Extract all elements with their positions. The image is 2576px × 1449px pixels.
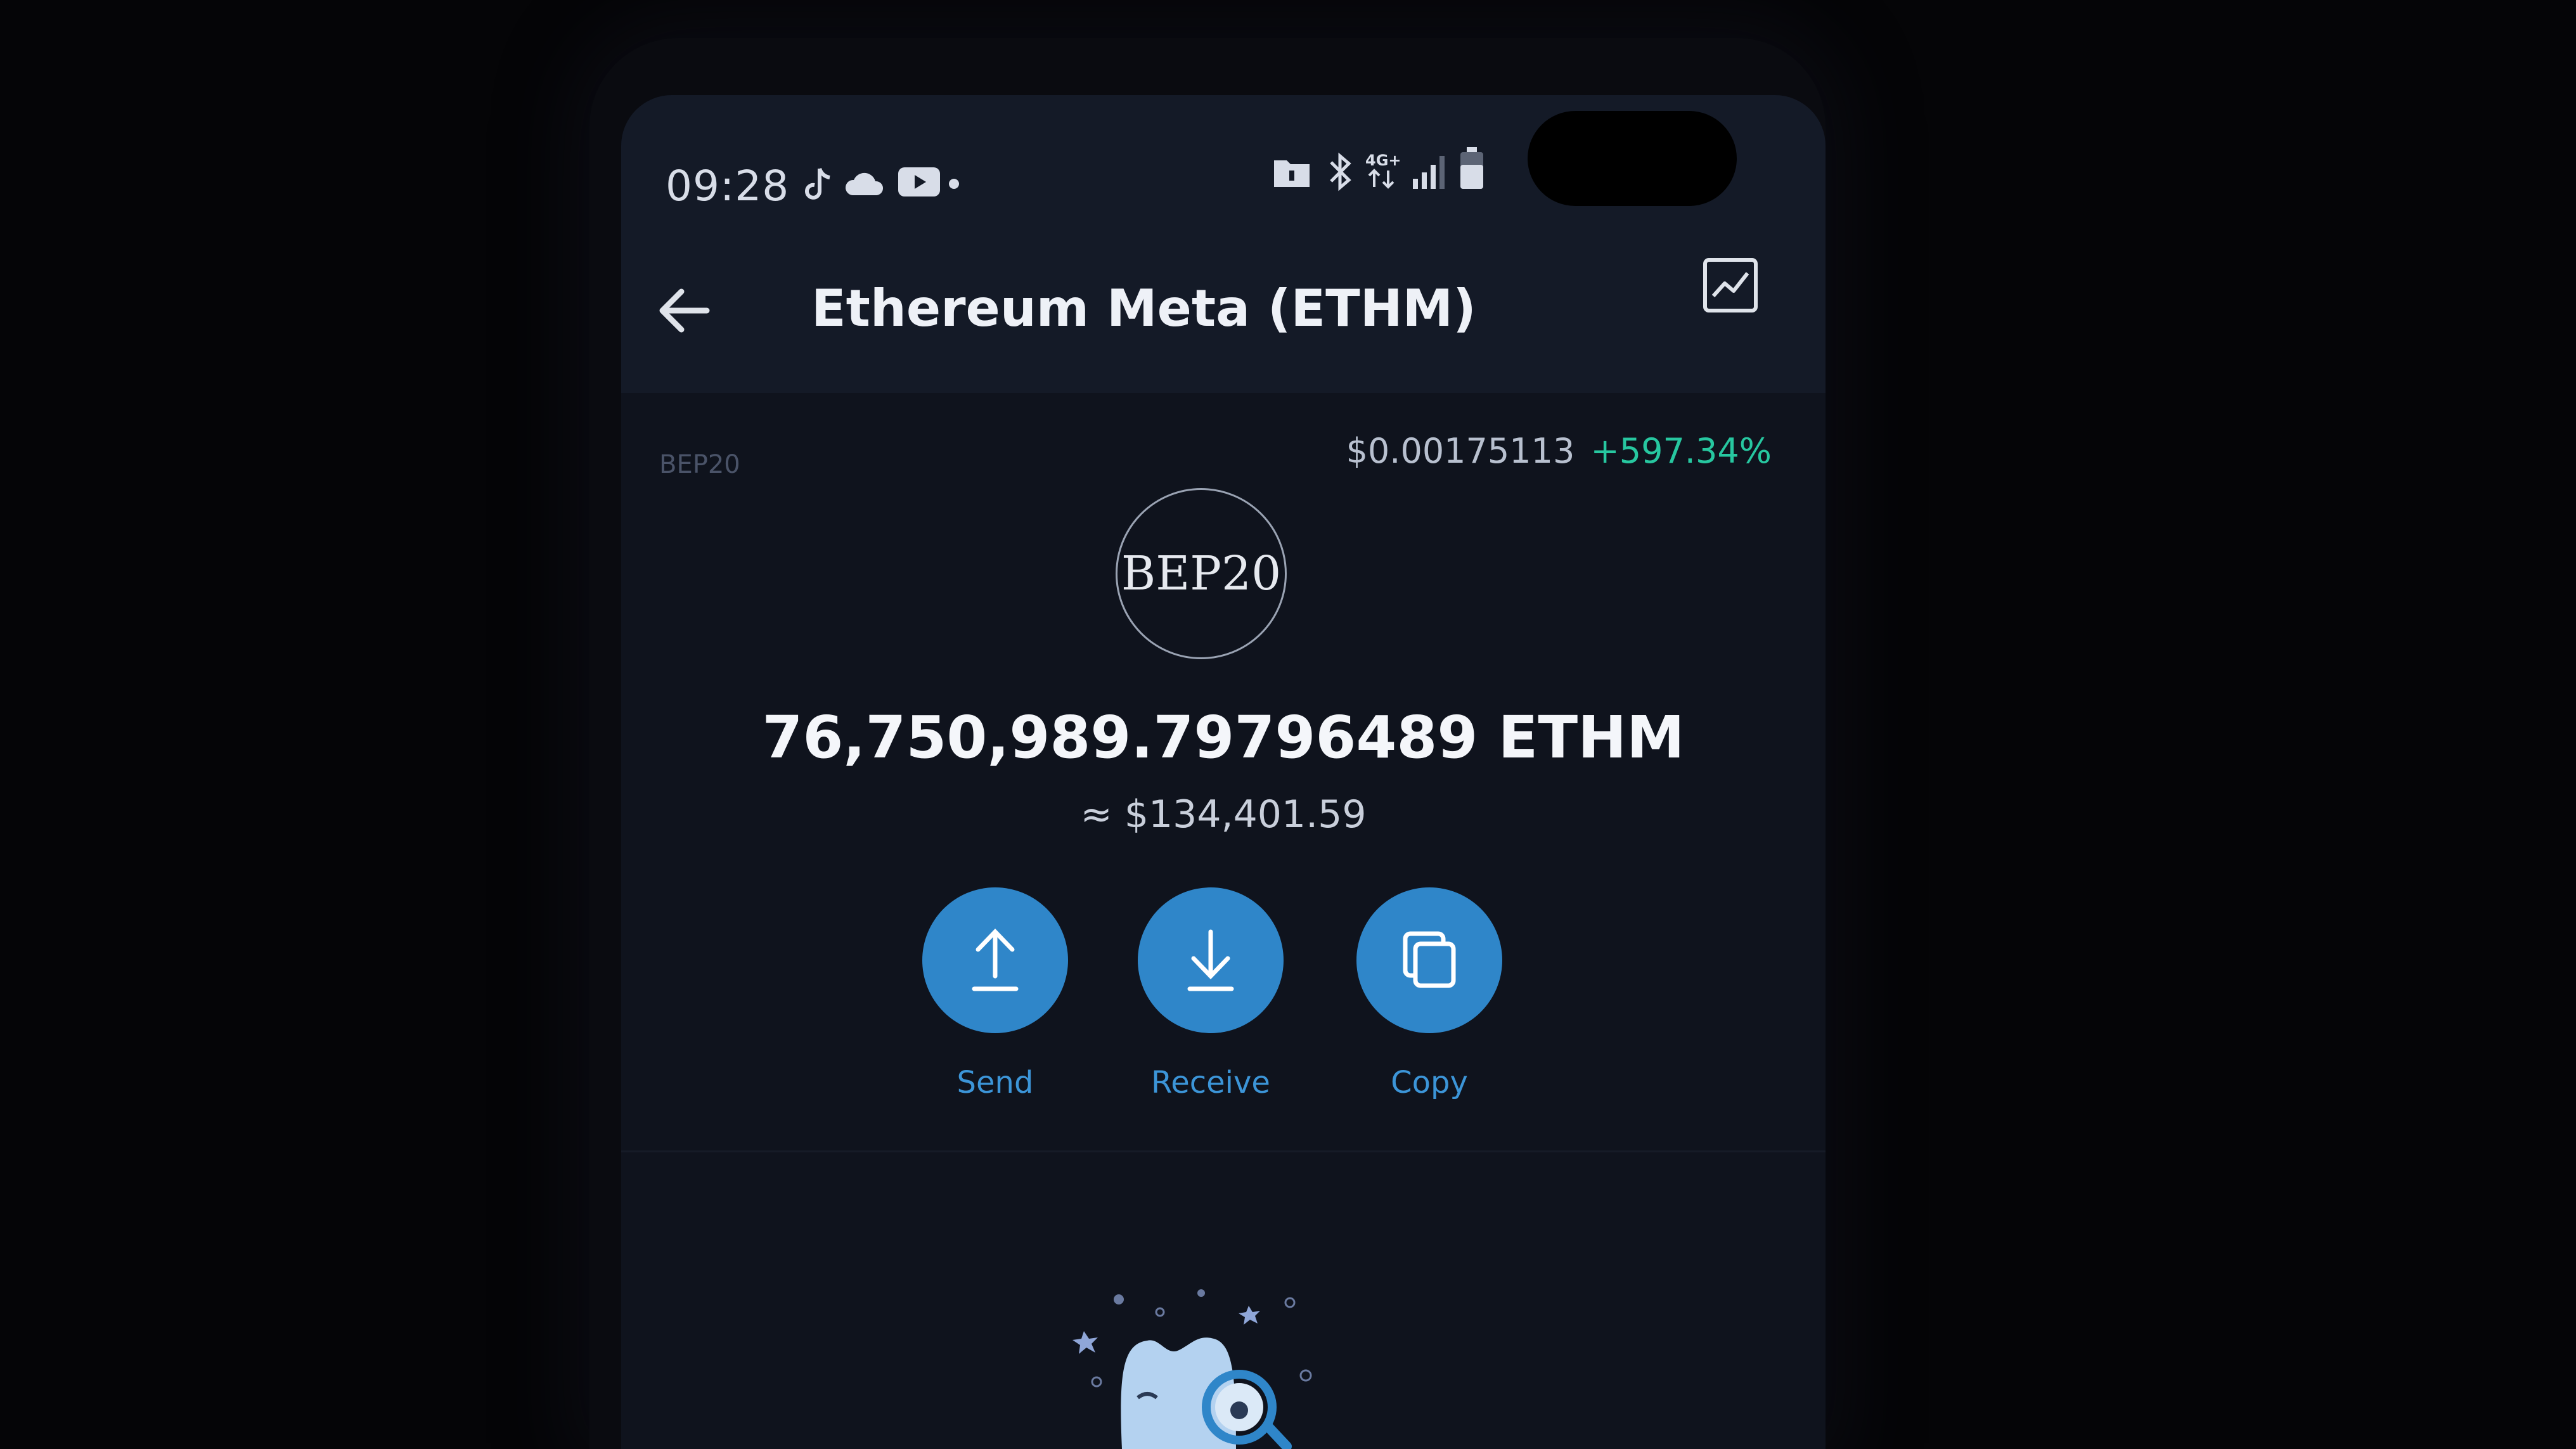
dot-icon <box>948 177 960 193</box>
arrow-up-icon <box>972 928 1019 991</box>
front-camera-cutout <box>1528 111 1737 206</box>
network-tag: BEP20 <box>659 450 740 479</box>
chart-line-icon <box>1703 258 1758 312</box>
price-chart-button[interactable] <box>1692 247 1768 323</box>
tiktok-icon <box>802 166 834 207</box>
svg-text:4G+: 4G+ <box>1365 151 1401 169</box>
receive-label: Receive <box>1151 1065 1270 1100</box>
price-row: $0.00175113 +597.34% <box>1346 431 1772 471</box>
copy-icon <box>1403 931 1456 988</box>
receive-button[interactable] <box>1138 887 1284 1033</box>
send-button[interactable] <box>922 887 1068 1033</box>
arrow-left-icon <box>659 288 710 333</box>
token-logo: BEP20 <box>1116 488 1287 659</box>
token-price: $0.00175113 <box>1346 431 1575 471</box>
copy-button[interactable] <box>1356 887 1502 1033</box>
bluetooth-icon <box>1325 152 1356 194</box>
fiat-balance: ≈ $134,401.59 <box>1080 792 1367 837</box>
cloud-icon <box>843 170 887 201</box>
receive-action: Receive <box>1135 887 1287 1100</box>
4g-data-icon: 4G+ <box>1363 149 1407 196</box>
app-bar: Ethereum Meta (ETHM) <box>621 235 1826 393</box>
price-change: +597.34% <box>1590 431 1772 471</box>
back-button[interactable] <box>647 273 723 349</box>
copy-action: Copy <box>1353 887 1505 1100</box>
arrow-down-icon <box>1187 929 1234 991</box>
page-title: Ethereum Meta (ETHM) <box>811 279 1476 338</box>
status-bar: 09:28 4G+ <box>621 95 1826 235</box>
folder-icon <box>1273 155 1311 191</box>
mascot-illustration <box>1072 1289 1312 1449</box>
send-label: Send <box>956 1065 1034 1100</box>
token-balance: 76,750,989.79796489 ETHM <box>762 704 1685 771</box>
copy-label: Copy <box>1391 1065 1468 1100</box>
youtube-icon <box>897 166 941 200</box>
status-time: 09:28 <box>666 162 790 210</box>
section-divider <box>621 1150 1826 1152</box>
app-screen: 09:28 4G+ Ethereum Meta (ETHM) BEP20 $0.… <box>621 95 1826 1449</box>
send-action: Send <box>919 887 1071 1100</box>
signal-icon <box>1410 153 1448 194</box>
token-logo-text: BEP20 <box>1121 546 1282 601</box>
battery-icon <box>1458 146 1486 194</box>
